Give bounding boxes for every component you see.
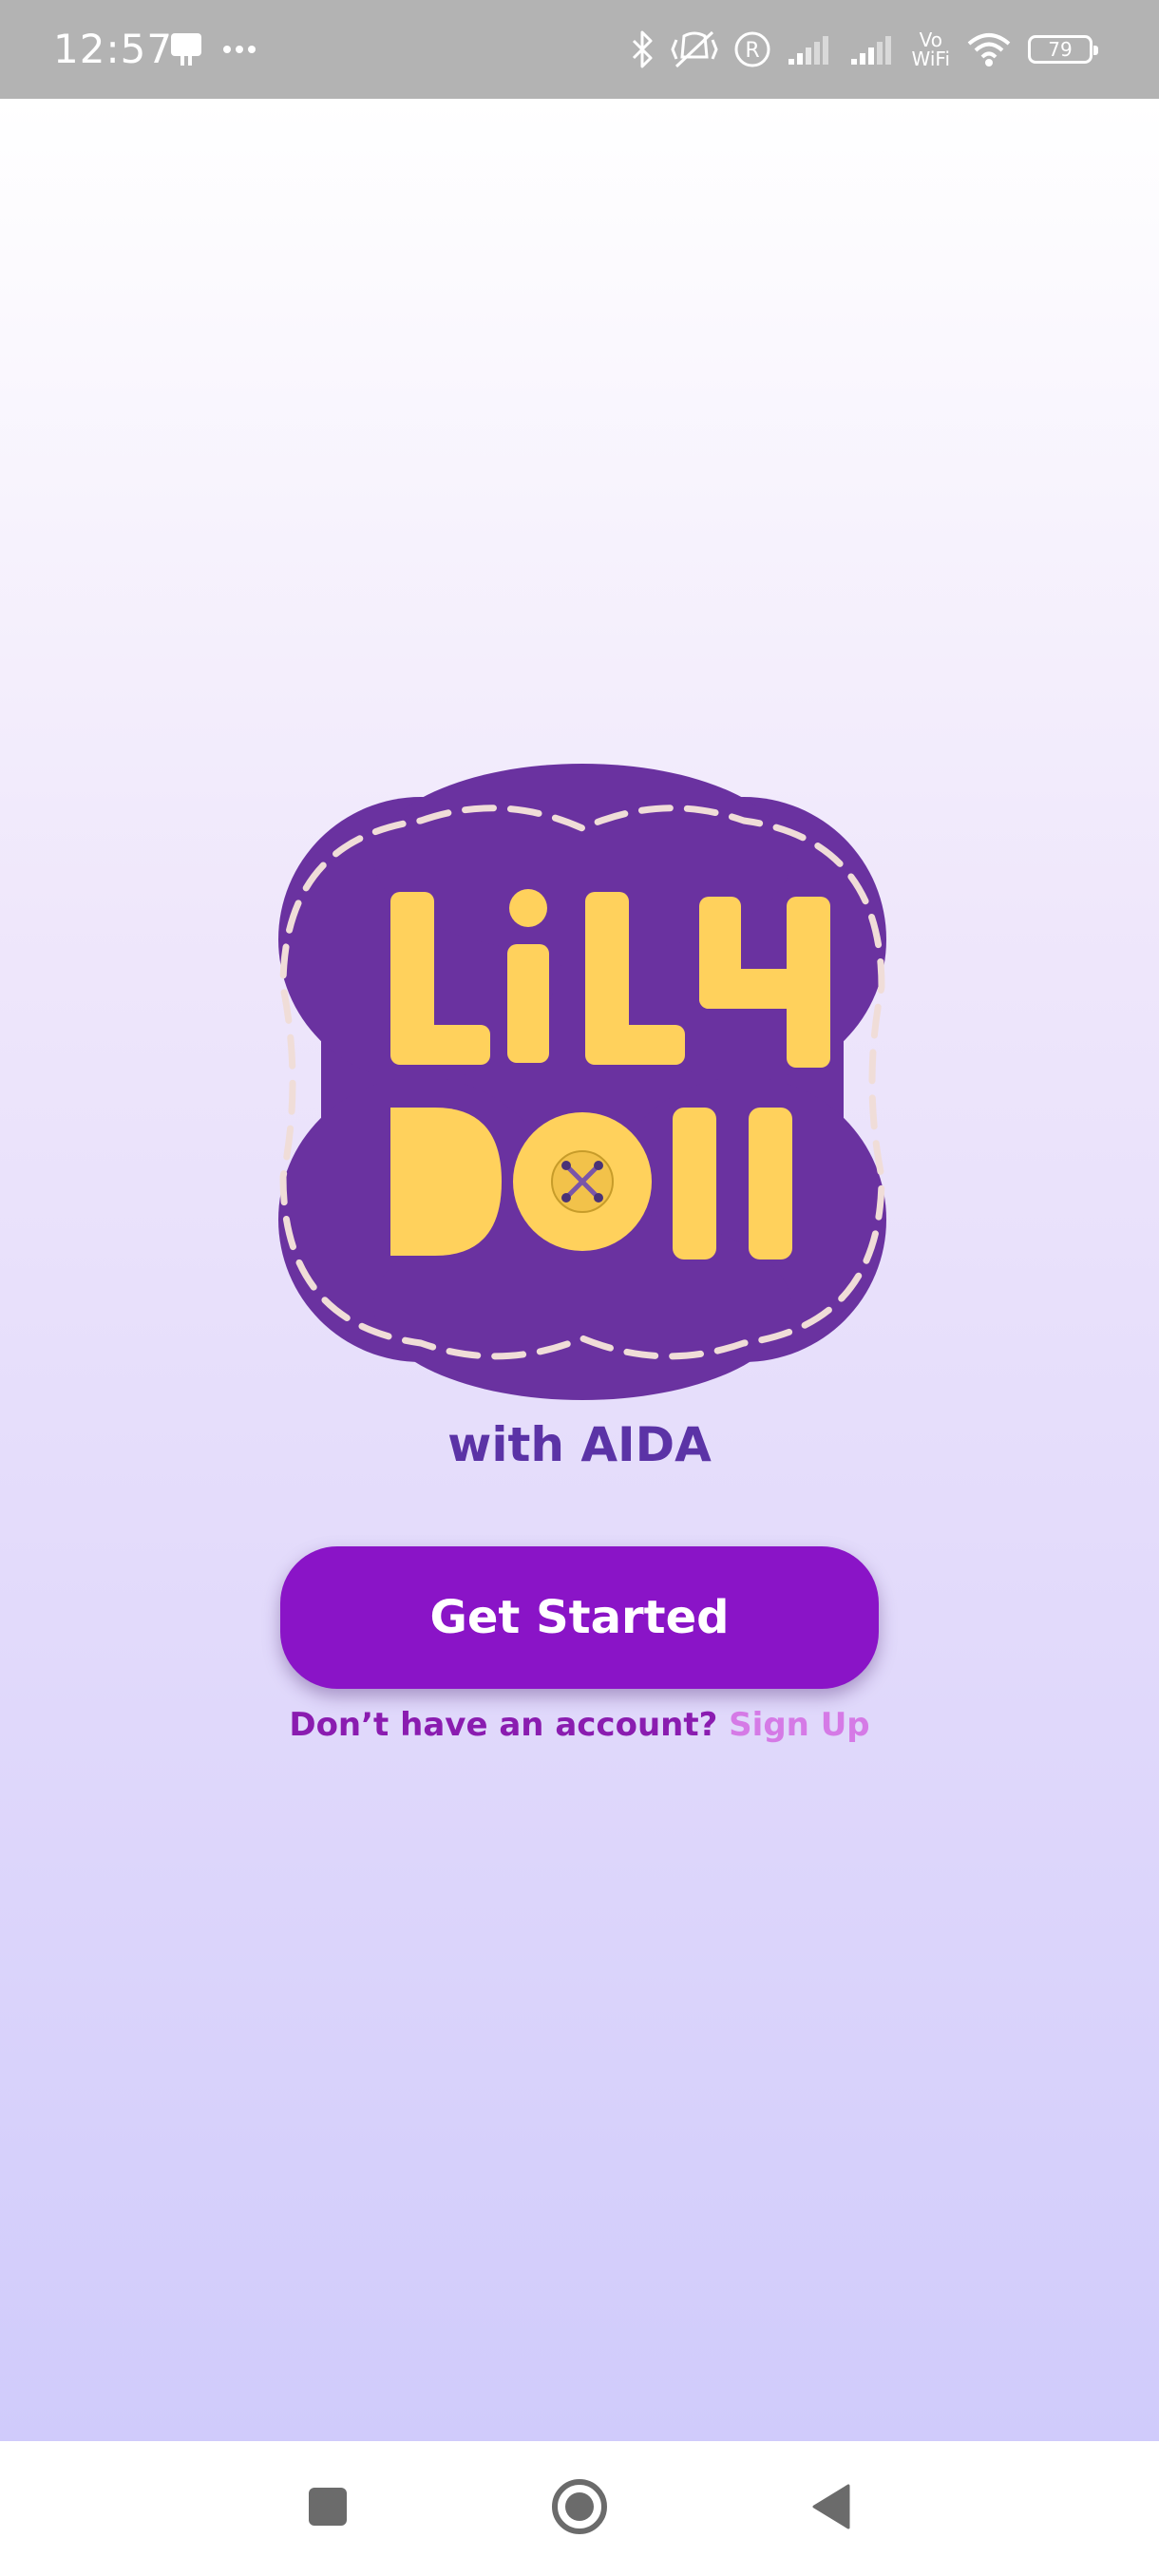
battery-level: 79 (1048, 38, 1073, 61)
button-icon (551, 1150, 614, 1213)
vowifi-label-top: Vo (919, 28, 942, 51)
status-right-icons: R Vo WiFi 79 (631, 25, 1098, 74)
recents-square-icon (307, 2486, 349, 2532)
signup-line: Don’t have an account? Sign Up (0, 1706, 1159, 1744)
recents-button[interactable] (294, 2475, 361, 2542)
lily-doll-logo (217, 754, 948, 1410)
home-button[interactable] (546, 2475, 613, 2542)
tagline: with AIDA (447, 1417, 712, 1472)
notification-icon (169, 31, 203, 67)
back-button[interactable] (798, 2475, 864, 2542)
vowifi-icon: Vo WiFi (912, 30, 951, 68)
wifi-icon (965, 30, 1013, 68)
vibrate-off-icon (670, 28, 718, 70)
welcome-screen: with AIDA Get Started Don’t have an acco… (0, 99, 1159, 2441)
signal-icon (849, 32, 897, 66)
home-circle-icon (551, 2478, 608, 2540)
signup-prompt: Don’t have an account? (289, 1706, 718, 1744)
vowifi-label-bottom: WiFi (911, 47, 951, 70)
registered-icon: R (733, 30, 771, 68)
system-nav-bar (0, 2441, 1159, 2576)
bluetooth-icon (631, 29, 656, 69)
more-dots-icon (222, 45, 256, 54)
battery-icon: 79 (1028, 35, 1098, 64)
sign-up-link[interactable]: Sign Up (729, 1706, 869, 1744)
status-time: 12:57 (53, 26, 174, 72)
logo-badge-shape (278, 764, 886, 1400)
status-bar: 12:57 R Vo WiFi 79 (0, 0, 1159, 99)
get-started-button[interactable]: Get Started (280, 1546, 879, 1689)
status-left-icons (169, 28, 256, 70)
signal-icon (787, 32, 834, 66)
back-triangle-icon (810, 2483, 852, 2535)
logo-badge (278, 764, 886, 1400)
get-started-label: Get Started (429, 1591, 730, 1644)
svg-text:R: R (745, 39, 759, 63)
